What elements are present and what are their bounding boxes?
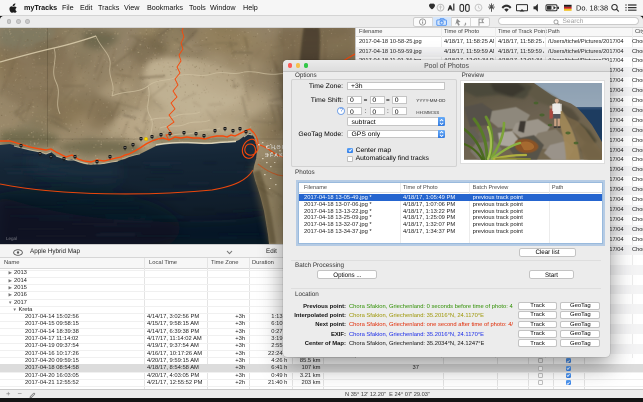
- svg-text:Legal: Legal: [6, 236, 17, 241]
- svg-text:Do. 18:38: Do. 18:38: [576, 3, 608, 12]
